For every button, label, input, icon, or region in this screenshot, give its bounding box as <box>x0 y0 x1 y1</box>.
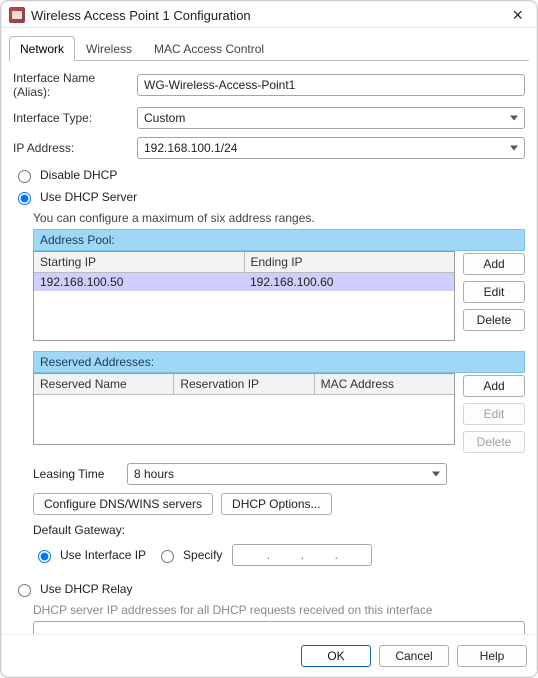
ok-button[interactable]: OK <box>301 645 371 667</box>
titlebar: Wireless Access Point 1 Configuration × <box>1 1 537 28</box>
pool-header-start: Starting IP <box>34 252 245 272</box>
pool-row-end: 192.168.100.60 <box>244 273 454 291</box>
configure-dns-wins-button[interactable]: Configure DNS/WINS servers <box>33 493 213 515</box>
table-row[interactable]: 192.168.100.50 192.168.100.60 <box>34 273 454 291</box>
address-pool-title: Address Pool: <box>33 229 525 251</box>
reserved-table[interactable]: Reserved Name Reservation IP MAC Address <box>33 373 455 445</box>
interface-type-select[interactable]: Custom <box>137 107 525 129</box>
radio-gw-specify-label: Specify <box>183 548 222 562</box>
interface-name-value: WG-Wireless-Access-Point1 <box>144 78 295 92</box>
reserved-delete-button: Delete <box>463 431 525 453</box>
gw-specify-ip-input[interactable]: ... <box>232 544 372 566</box>
tab-wireless[interactable]: Wireless <box>75 36 143 61</box>
dhcp-options-button[interactable]: DHCP Options... <box>221 493 331 515</box>
interface-name-label: Interface Name (Alias): <box>13 71 131 99</box>
reserved-title: Reserved Addresses: <box>33 351 525 373</box>
radio-gw-use-interface-ip-label: Use Interface IP <box>60 548 146 562</box>
cancel-button[interactable]: Cancel <box>379 645 449 667</box>
tab-strip: Network Wireless MAC Access Control <box>9 36 529 61</box>
reserved-add-button[interactable]: Add <box>463 375 525 397</box>
help-button[interactable]: Help <box>457 645 527 667</box>
pool-row-start: 192.168.100.50 <box>34 273 244 291</box>
reserved-header-name: Reserved Name <box>34 374 174 394</box>
relay-server-list <box>33 621 525 634</box>
reserved-edit-button: Edit <box>463 403 525 425</box>
reserved-header-mac: MAC Address <box>315 374 454 394</box>
default-gateway-label: Default Gateway: <box>33 523 525 537</box>
radio-disable-dhcp-label: Disable DHCP <box>40 168 117 182</box>
ip-address-label: IP Address: <box>13 141 131 155</box>
leasing-time-value: 8 hours <box>134 467 174 481</box>
interface-name-input[interactable]: WG-Wireless-Access-Point1 <box>137 74 525 96</box>
dialog-footer: OK Cancel Help <box>1 634 537 677</box>
pool-header-end: Ending IP <box>245 252 455 272</box>
tab-network[interactable]: Network <box>9 36 75 61</box>
tab-body-network: Interface Name (Alias): WG-Wireless-Acce… <box>9 61 529 634</box>
tab-mac-access-control[interactable]: MAC Access Control <box>143 36 275 61</box>
pool-delete-button[interactable]: Delete <box>463 309 525 331</box>
leasing-time-select[interactable]: 8 hours <box>127 463 447 485</box>
address-pool-table[interactable]: Starting IP Ending IP 192.168.100.50 192… <box>33 251 455 341</box>
leasing-time-label: Leasing Time <box>33 467 121 481</box>
radio-use-dhcp-relay-label: Use DHCP Relay <box>40 582 132 596</box>
interface-type-value: Custom <box>144 111 185 125</box>
pool-edit-button[interactable]: Edit <box>463 281 525 303</box>
pool-add-button[interactable]: Add <box>463 253 525 275</box>
dhcp-hint: You can configure a maximum of six addre… <box>33 211 525 225</box>
radio-gw-specify[interactable]: Specify <box>156 547 222 563</box>
interface-type-label: Interface Type: <box>13 111 131 125</box>
reserved-header-ip: Reservation IP <box>174 374 314 394</box>
radio-disable-dhcp[interactable]: Disable DHCP <box>13 167 525 183</box>
relay-hint: DHCP server IP addresses for all DHCP re… <box>33 603 525 617</box>
ip-address-value: 192.168.100.1/24 <box>144 141 237 155</box>
ip-address-select[interactable]: 192.168.100.1/24 <box>137 137 525 159</box>
close-icon[interactable]: × <box>508 8 527 22</box>
radio-use-dhcp-server[interactable]: Use DHCP Server <box>13 189 525 205</box>
radio-use-dhcp-server-label: Use DHCP Server <box>40 190 137 204</box>
window-title: Wireless Access Point 1 Configuration <box>31 8 508 23</box>
radio-gw-use-interface-ip[interactable]: Use Interface IP <box>33 547 146 563</box>
app-icon <box>9 7 25 23</box>
radio-use-dhcp-relay[interactable]: Use DHCP Relay <box>13 581 525 597</box>
